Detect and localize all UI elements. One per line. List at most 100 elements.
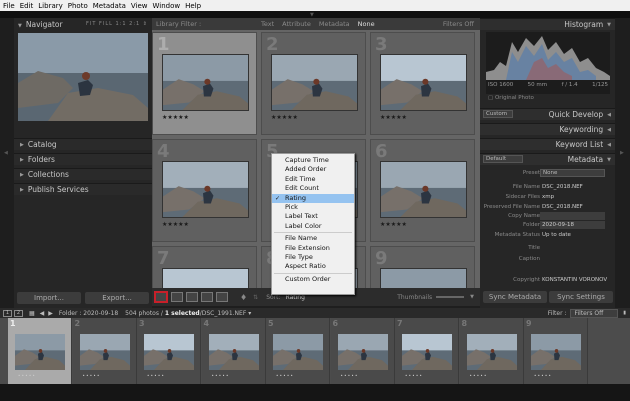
thumbnail-size-slider[interactable] — [436, 296, 465, 298]
metadata-value[interactable]: DSC_2018.NEF — [542, 183, 583, 191]
sort-option-label-color[interactable]: Label Color — [272, 222, 354, 231]
metadata-value[interactable]: DSC_2018.NEF — [542, 203, 583, 211]
filmstrip-thumbnail[interactable] — [273, 334, 323, 370]
filmstrip-thumbnail[interactable] — [79, 334, 130, 370]
photo-thumbnail[interactable] — [380, 54, 467, 111]
filter-tab-metadata[interactable]: Metadata — [319, 20, 350, 28]
filmstrip-cell[interactable]: 5 • • • • • — [266, 318, 330, 384]
navigator-preview[interactable] — [18, 33, 148, 121]
filters-off-dropdown[interactable]: Filters Off — [443, 20, 474, 28]
sort-option-file-type[interactable]: File Type — [272, 253, 354, 262]
grid-cell[interactable]: 7 — [152, 246, 257, 288]
grid-cell[interactable]: 2 ★★★★★ — [261, 32, 366, 135]
sort-option-added-order[interactable]: Added Order — [272, 165, 354, 174]
filmstrip-cell[interactable]: 3 • • • • • — [137, 318, 201, 384]
sort-option-pick[interactable]: Pick — [272, 203, 354, 212]
navigator-zoom-options[interactable]: FIT FILL 1:1 2:1 ⇕ — [86, 21, 148, 27]
filmstrip-thumbnail[interactable] — [531, 334, 581, 370]
metadata-value[interactable]: xmp — [542, 193, 554, 201]
keywording-header[interactable]: Keywording ◀ — [480, 123, 615, 135]
filmstrip-thumbnail[interactable] — [466, 334, 517, 370]
photo-thumbnail[interactable] — [380, 268, 467, 288]
menu-metadata[interactable]: Metadata — [93, 2, 126, 10]
filmstrip-cell[interactable]: 1 • • • • • — [8, 318, 72, 384]
preset-dropdown[interactable]: None — [540, 169, 605, 177]
filmstrip-filter-dropdown[interactable]: Filters Off — [570, 308, 619, 318]
grid-cell[interactable]: 9 — [370, 246, 475, 288]
sync-settings-button[interactable]: Sync Settings — [549, 291, 613, 303]
survey-view-icon[interactable] — [201, 292, 213, 302]
sort-option-capture-time[interactable]: Capture Time — [272, 156, 354, 165]
grid-icon[interactable]: ▦ — [29, 310, 35, 317]
metadata-value[interactable]: 2020-09-18 — [542, 221, 574, 229]
filmstrip-cell[interactable]: 6 • • • • • — [330, 318, 395, 384]
checkbox-icon[interactable]: ▢ — [488, 95, 493, 101]
menu-file[interactable]: File — [3, 2, 15, 10]
sort-option-file-extension[interactable]: File Extension — [272, 244, 354, 253]
filmstrip-thumbnail[interactable] — [15, 334, 65, 370]
metadata-set-dropdown[interactable]: Default — [483, 155, 523, 163]
selected-file-name[interactable]: /DSC_1991.NEF ▾ — [200, 310, 251, 317]
histogram-chart[interactable]: ISO 1600 50 mm f / 1.4 1/125 — [486, 32, 610, 94]
sort-direction-icon[interactable]: ⇅ — [253, 294, 258, 301]
loupe-view-icon[interactable] — [171, 292, 183, 302]
filmstrip-thumbnail[interactable] — [208, 334, 259, 370]
photo-thumbnail[interactable] — [162, 268, 249, 288]
menu-photo[interactable]: Photo — [68, 2, 88, 10]
back-icon[interactable]: ◀ — [40, 310, 45, 317]
spray-can-icon[interactable]: ♦ — [240, 293, 247, 302]
import-button[interactable]: Import... — [17, 292, 81, 304]
filter-tab-text[interactable]: Text — [261, 20, 274, 28]
right-panel-toggle-icon[interactable]: ▶ — [620, 150, 627, 156]
collections-panel-header[interactable]: ▶ Collections — [14, 168, 152, 180]
toolbar-menu-icon[interactable]: ▼ — [470, 294, 474, 300]
catalog-panel-header[interactable]: ▶ Catalog — [14, 138, 152, 150]
metadata-value[interactable]: Up to date — [542, 231, 571, 239]
menu-window[interactable]: Window — [153, 2, 181, 10]
menu-library[interactable]: Library — [38, 2, 62, 10]
sync-metadata-button[interactable]: Sync Metadata — [483, 291, 547, 303]
metadata-value[interactable]: KONSTANTIN VORONOV — [542, 276, 607, 284]
filmstrip-cell[interactable]: 4 • • • • • — [201, 318, 266, 384]
filmstrip-cell[interactable]: 7 • • • • • — [395, 318, 459, 384]
people-view-icon[interactable] — [216, 292, 228, 302]
page-2-icon[interactable]: 2 — [14, 309, 23, 317]
rating-stars[interactable]: ★★★★★ — [162, 114, 189, 121]
grid-cell[interactable]: 3 ★★★★★ — [370, 32, 475, 135]
sort-option-file-name[interactable]: File Name — [272, 234, 354, 243]
grid-view-icon[interactable] — [154, 291, 168, 303]
keyword-list-header[interactable]: Keyword List ◀ — [480, 138, 615, 150]
filter-tab-none[interactable]: None — [358, 20, 375, 28]
photo-thumbnail[interactable] — [380, 161, 467, 218]
metadata-input[interactable] — [540, 212, 605, 220]
filmstrip-cell[interactable]: 9 • • • • • — [524, 318, 588, 384]
rating-stars[interactable]: ★★★★★ — [380, 114, 407, 121]
sort-option-edit-time[interactable]: Edit Time — [272, 175, 354, 184]
filter-switch-icon[interactable]: ▮ — [623, 310, 626, 316]
photo-thumbnail[interactable] — [271, 54, 358, 111]
navigator-header[interactable]: ▼ Navigator FIT FILL 1:1 2:1 ⇕ — [14, 18, 152, 30]
filter-tab-attribute[interactable]: Attribute — [282, 20, 311, 28]
export-button[interactable]: Export... — [85, 292, 149, 304]
menu-help[interactable]: Help — [185, 2, 201, 10]
rating-stars[interactable]: ★★★★★ — [271, 114, 298, 121]
sort-option-label-text[interactable]: Label Text — [272, 212, 354, 221]
grid-cell[interactable]: 6 ★★★★★ — [370, 139, 475, 242]
quick-develop-preset-dropdown[interactable]: Custom — [483, 110, 513, 118]
sort-option-aspect-ratio[interactable]: Aspect Ratio — [272, 262, 354, 271]
filmstrip-thumbnail[interactable] — [144, 334, 194, 370]
compare-view-icon[interactable] — [186, 292, 198, 302]
sort-option-rating[interactable]: ✓ Rating — [272, 193, 354, 203]
rating-stars[interactable]: ★★★★★ — [380, 221, 407, 228]
filmstrip-cell[interactable]: 2 • • • • • — [72, 318, 137, 384]
filmstrip-thumbnail[interactable] — [337, 334, 388, 370]
menu-edit[interactable]: Edit — [20, 2, 34, 10]
rating-stars[interactable]: ★★★★★ — [162, 221, 189, 228]
forward-icon[interactable]: ▶ — [48, 310, 53, 317]
page-1-icon[interactable]: 1 — [3, 309, 12, 317]
sort-option-custom-order[interactable]: Custom Order — [272, 275, 354, 284]
folder-source[interactable]: Folder : 2020-09-18 — [59, 310, 118, 317]
menu-view[interactable]: View — [131, 2, 148, 10]
sort-option-edit-count[interactable]: Edit Count — [272, 184, 354, 193]
photo-thumbnail[interactable] — [162, 54, 249, 111]
